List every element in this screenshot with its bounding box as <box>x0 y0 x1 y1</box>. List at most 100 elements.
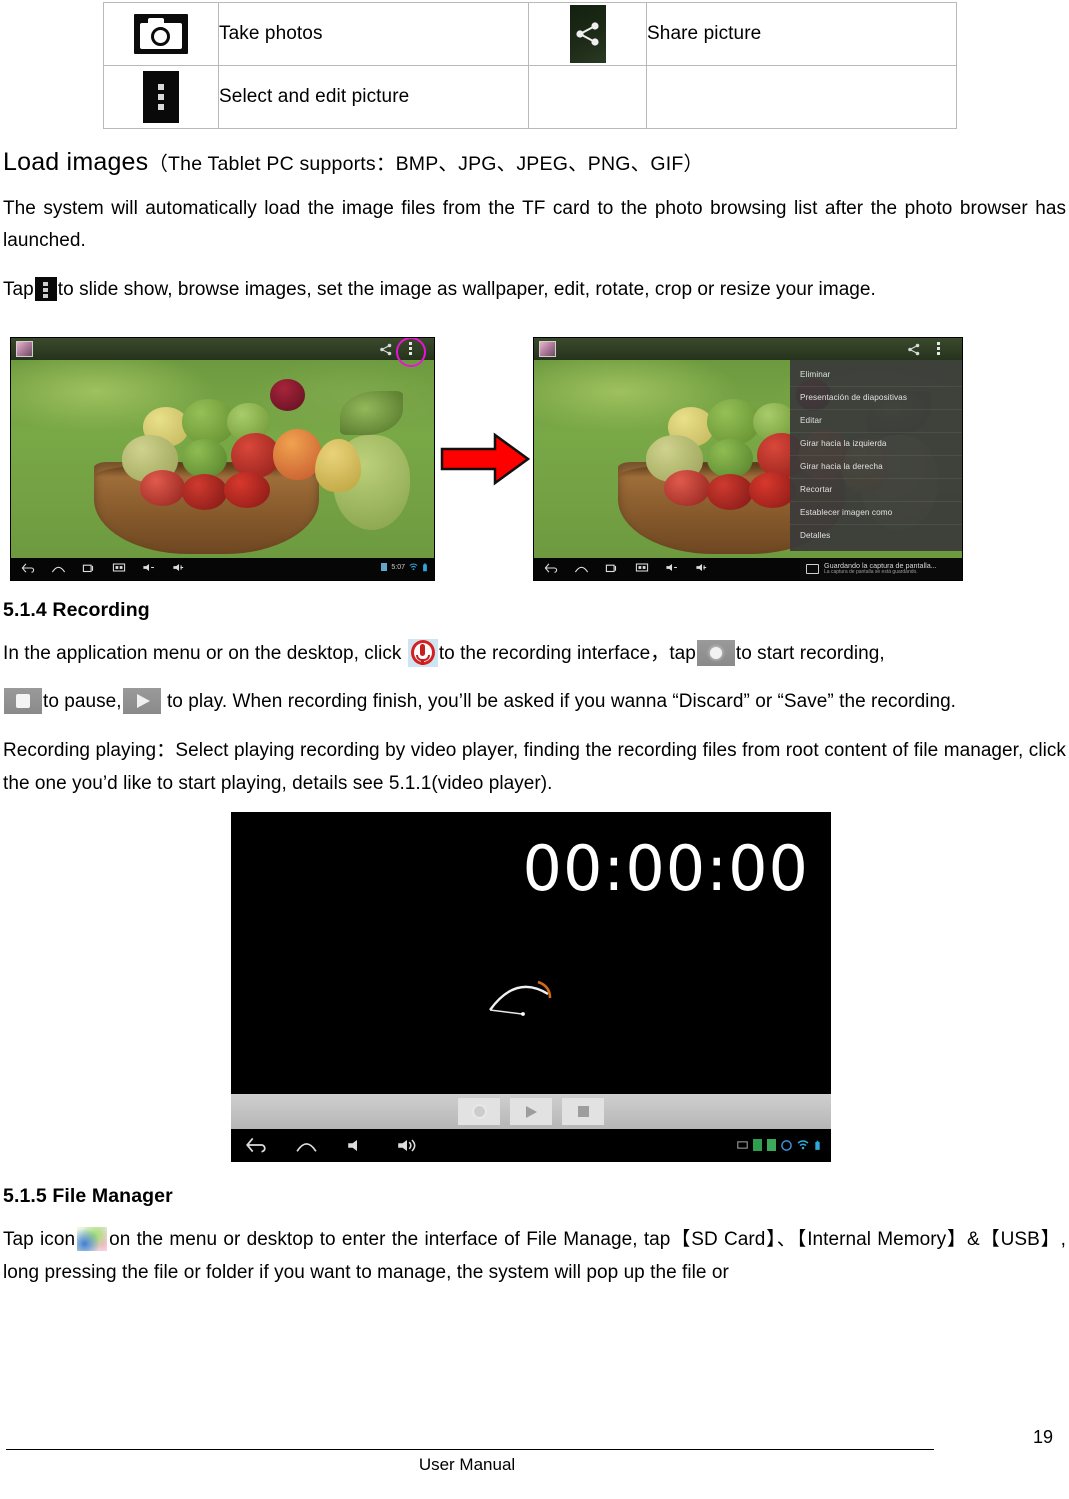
recording-text-c: to start recording, <box>735 642 885 664</box>
icon-legend-table: Take photos Share picture Select and edi… <box>103 2 957 129</box>
annotation-highlight-circle <box>396 337 426 367</box>
screenshot-icon <box>806 563 819 574</box>
menu-item-girar-derecha[interactable]: Girar hacia la derecha <box>790 456 962 479</box>
android-navigation-bar: 5:07 <box>11 557 434 580</box>
share-icon <box>569 5 606 63</box>
screenshot-icon[interactable] <box>635 562 649 573</box>
menu-item-presentacion[interactable]: Presentación de diapositivas <box>790 387 962 410</box>
gallery-app-thumbnail-icon <box>539 340 556 357</box>
screenshot-icon <box>737 1141 748 1149</box>
flow-arrow <box>440 429 531 489</box>
sd-card-icon <box>753 1139 762 1152</box>
camera-icon <box>134 14 188 54</box>
table-row: Take photos Share picture <box>103 2 957 66</box>
recents-icon[interactable] <box>82 562 96 574</box>
page-footer: 19 User Manual <box>0 1427 1069 1493</box>
back-icon[interactable] <box>544 562 558 574</box>
menu-item-detalles[interactable]: Detalles <box>790 525 962 547</box>
cell-select-edit-label: Select and edit picture <box>218 65 529 129</box>
back-icon[interactable] <box>21 562 35 574</box>
pause-button-icon <box>4 688 42 715</box>
recording-paragraph-1: In the application menu or on the deskto… <box>3 638 1066 671</box>
battery-icon <box>423 562 427 571</box>
home-icon[interactable] <box>51 562 66 574</box>
document-page: Take photos Share picture Select and edi… <box>0 2 1069 1499</box>
file-manager-text-a: Tap icon <box>3 1229 76 1251</box>
file-manager-text-b: on the menu or desktop to enter the inte… <box>3 1229 1067 1283</box>
sync-icon <box>781 1139 792 1151</box>
share-icon[interactable] <box>906 342 922 362</box>
section-title-recording: 5.1.4 Recording <box>3 598 150 621</box>
load-images-heading-main: Load images <box>3 148 149 176</box>
cell-empty-2 <box>646 65 957 129</box>
gallery-titlebar <box>534 337 962 362</box>
footer-document-name: User Manual <box>418 1455 516 1474</box>
menu-item-recortar[interactable]: Recortar <box>790 479 962 502</box>
gallery-context-menu[interactable]: Eliminar Presentación de diapositivas Ed… <box>790 359 962 551</box>
volume-down-icon[interactable] <box>346 1137 368 1154</box>
overflow-menu-icon <box>34 276 57 301</box>
volume-up-icon[interactable] <box>172 562 186 573</box>
recorder-timer: 00:00:00 <box>522 832 809 906</box>
gallery-figure: 5:07 Eliminar Presentación de diapositiv… <box>0 329 1069 581</box>
fruit-photo <box>11 359 434 558</box>
cell-take-photos-label: Take photos <box>218 2 529 66</box>
tablet-screenshot-before: 5:07 <box>10 336 435 581</box>
load-images-paragraph: The system will automatically load the i… <box>3 197 1066 252</box>
recording-text-b: to the recording interface，tap <box>438 642 696 664</box>
load-images-heading: Load images（The Tablet PC supports：BMP、J… <box>3 148 1069 177</box>
recorder-screenshot: 00:00:00 <box>231 812 831 1163</box>
back-icon[interactable] <box>245 1136 267 1154</box>
tablet-screenshot-after: Eliminar Presentación de diapositivas Ed… <box>533 336 963 581</box>
gallery-titlebar <box>11 337 434 362</box>
recorder-play-button[interactable] <box>510 1098 552 1126</box>
recording-paragraph-2: to pause, to play. When recording finish… <box>3 686 1066 719</box>
volume-up-icon[interactable] <box>695 562 709 573</box>
home-icon[interactable] <box>295 1136 318 1154</box>
wifi-icon <box>409 563 418 571</box>
recording-text-a: In the application menu or on the deskto… <box>3 642 402 664</box>
menu-item-eliminar[interactable]: Eliminar <box>790 364 962 387</box>
volume-up-icon[interactable] <box>396 1137 418 1154</box>
file-manager-app-icon <box>77 1227 108 1252</box>
recorder-record-button[interactable] <box>458 1098 500 1126</box>
overflow-menu-icon <box>143 71 179 123</box>
recorder-controls <box>231 1094 831 1130</box>
status-clock: 5:07 <box>391 563 405 571</box>
volume-down-icon[interactable] <box>665 562 679 573</box>
page-number: 19 <box>1032 1427 1053 1447</box>
wifi-icon <box>797 1140 809 1150</box>
recording-text-pause: to pause, <box>43 691 122 713</box>
tap-suffix-text: to slide show, browse images, set the im… <box>57 278 876 300</box>
recents-icon[interactable] <box>605 562 619 574</box>
storage-icon <box>767 1139 776 1152</box>
tap-prefix-text: Tap <box>3 278 34 300</box>
table-row: Select and edit picture <box>103 65 957 129</box>
screenshot-icon[interactable] <box>112 562 126 573</box>
file-manager-paragraph: Tap icon on the menu or desktop to enter … <box>3 1224 1066 1289</box>
screenshot-saving-toast: Guardando la captura de pantalla... La c… <box>800 557 962 580</box>
load-images-heading-formats: （The Tablet PC supports：BMP、JPG、JPEG、PNG… <box>148 153 704 175</box>
vu-meter-icon <box>489 980 552 1017</box>
home-icon[interactable] <box>574 562 589 574</box>
cell-share-icon <box>528 2 647 66</box>
microphone-icon <box>407 638 438 667</box>
share-icon[interactable] <box>378 342 394 362</box>
cell-camera-icon <box>103 2 219 66</box>
toast-subtitle: La captura de pantalla se está guardando… <box>824 568 918 575</box>
overflow-menu-icon[interactable] <box>931 341 945 357</box>
battery-icon <box>815 1140 820 1150</box>
record-button-icon <box>696 639 735 666</box>
android-navigation-bar <box>231 1129 831 1163</box>
cell-share-picture-label: Share picture <box>646 2 957 66</box>
footer-divider <box>6 1449 934 1450</box>
volume-down-icon[interactable] <box>142 562 156 573</box>
menu-item-girar-izquierda[interactable]: Girar hacia la izquierda <box>790 433 962 456</box>
recording-playing-paragraph: Recording playing：Select playing recordi… <box>3 739 1066 794</box>
cell-empty-1 <box>528 65 647 129</box>
menu-item-establecer-imagen[interactable]: Establecer imagen como <box>790 502 962 525</box>
gallery-app-thumbnail-icon <box>16 340 33 357</box>
recording-text-play: to play. When recording finish, you’ll b… <box>166 691 957 713</box>
recorder-stop-button[interactable] <box>562 1098 604 1126</box>
menu-item-editar[interactable]: Editar <box>790 410 962 433</box>
